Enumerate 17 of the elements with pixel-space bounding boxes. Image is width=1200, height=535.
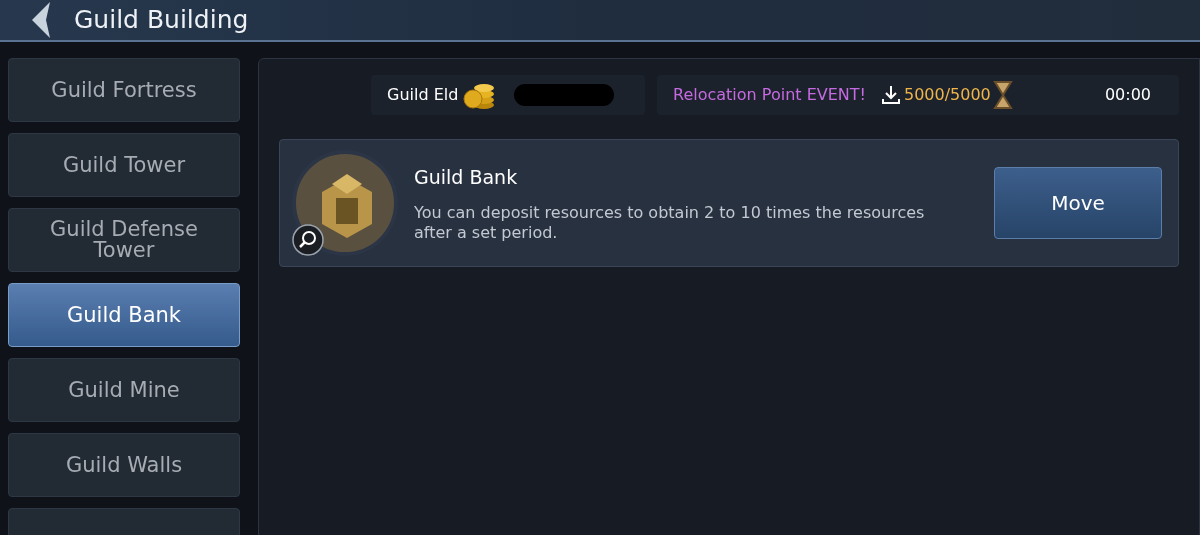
building-name: Guild Bank bbox=[414, 164, 519, 190]
sidebar-tab[interactable]: Guild Fortress bbox=[8, 58, 240, 122]
points-value: 5000/5000 bbox=[903, 84, 991, 106]
sidebar-tab[interactable]: Guild Mine bbox=[8, 358, 240, 422]
resource-label: Guild Eld bbox=[387, 84, 459, 106]
sidebar-tab[interactable]: Guild Tower bbox=[8, 133, 240, 197]
event-label: Relocation Point EVENT! bbox=[673, 84, 866, 106]
hourglass-icon bbox=[990, 79, 1015, 111]
move-button[interactable]: Move bbox=[994, 167, 1162, 239]
sidebar-tab[interactable]: Guild Defense Tower bbox=[8, 208, 240, 272]
search-icon[interactable] bbox=[292, 224, 324, 256]
page-title: Guild Building bbox=[74, 4, 249, 37]
sidebar-tab[interactable]: Guild Bank bbox=[8, 283, 240, 347]
timer-text: 00:00 bbox=[1104, 84, 1151, 106]
building-description: You can deposit resources to obtain 2 to 10 times the resources after a set period. bbox=[414, 203, 926, 244]
sidebar-tab[interactable]: Guild Walls bbox=[8, 433, 240, 497]
download-icon bbox=[881, 85, 900, 105]
